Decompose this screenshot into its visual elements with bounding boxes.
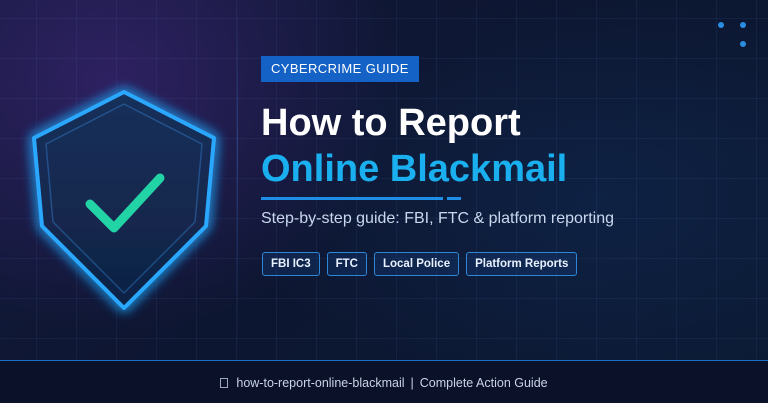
- hero-banner: CYBERCRIME GUIDE How to Report Online Bl…: [0, 0, 768, 403]
- tag-platform-reports[interactable]: Platform Reports: [466, 252, 578, 276]
- page-title-line-1: How to Report: [261, 102, 521, 144]
- tag-local-police[interactable]: Local Police: [373, 252, 460, 276]
- page-title-line-2: Online Blackmail: [261, 148, 568, 190]
- category-badge: CYBERCRIME GUIDE: [261, 56, 419, 82]
- tag-fbi-ic3[interactable]: FBI IC3: [262, 252, 320, 276]
- shield-check-icon: [14, 78, 234, 328]
- footer-separator: |: [410, 375, 414, 390]
- title-underline-accent: [447, 197, 461, 200]
- title-underline: [261, 197, 443, 200]
- divider-line: [237, 0, 238, 360]
- footer-slug[interactable]: how-to-report-online-blackmail: [236, 376, 404, 390]
- tag-list: FBI IC3 FTC Local Police Platform Report…: [262, 252, 578, 276]
- footer-tagline: Complete Action Guide: [419, 375, 548, 390]
- link-icon: [220, 377, 229, 388]
- footer-bar: how-to-report-online-blackmail | Complet…: [0, 360, 768, 403]
- tag-ftc[interactable]: FTC: [326, 252, 367, 276]
- subtitle: Step-by-step guide: FBI, FTC & platform …: [261, 210, 615, 227]
